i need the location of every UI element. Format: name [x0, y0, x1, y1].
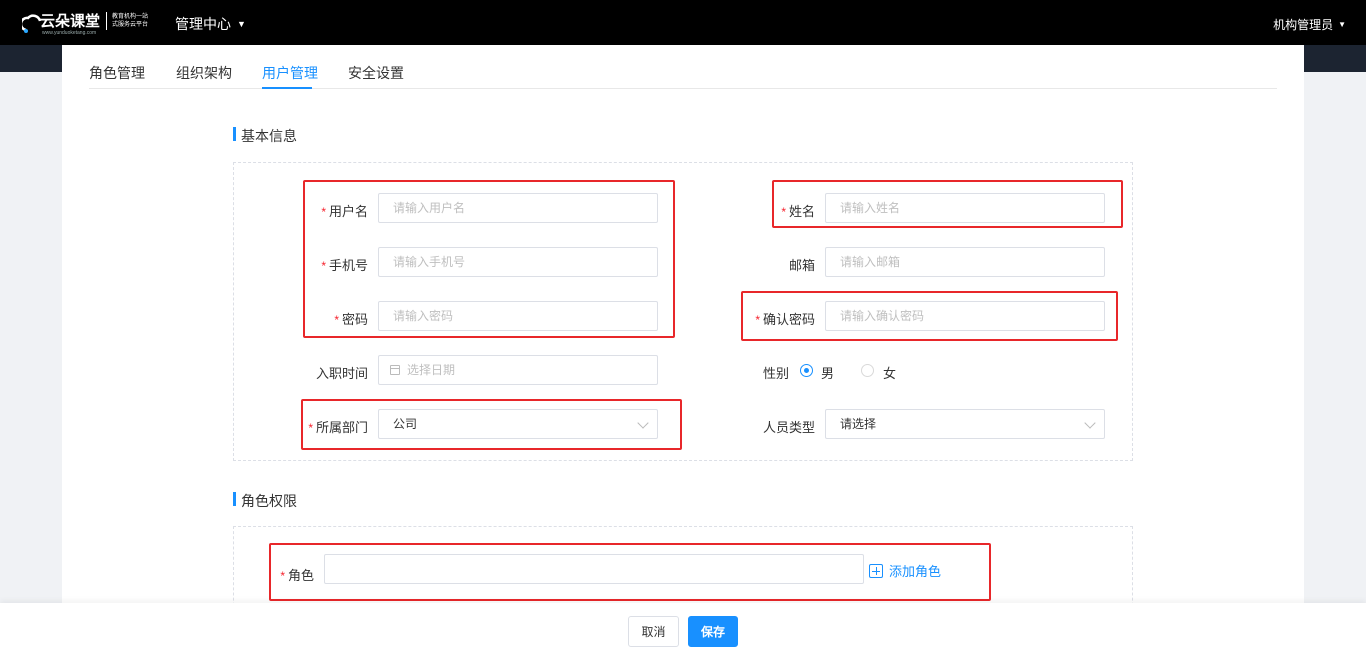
logo-slogan: 教育机构一站 式服务云平台: [112, 13, 148, 29]
username-input[interactable]: [378, 193, 658, 223]
logo-url: www.yunduoketang.com: [42, 30, 97, 36]
name-input[interactable]: [825, 193, 1105, 223]
gender-label: 性别: [762, 366, 789, 381]
calendar-icon: [390, 365, 400, 375]
chevron-down-icon: [637, 417, 649, 429]
add-role-button[interactable]: 添加角色: [869, 561, 941, 580]
save-button[interactable]: 保存: [688, 616, 738, 647]
department-select[interactable]: 公司: [378, 409, 658, 439]
department-label: * 所属部门: [308, 420, 368, 435]
hire-date-picker[interactable]: 选择日期: [378, 355, 658, 385]
password-label: * 密码: [334, 312, 368, 327]
name-label: * 姓名: [781, 204, 815, 219]
tab-security-settings[interactable]: 安全设置: [348, 63, 404, 83]
phone-label: * 手机号: [321, 258, 368, 273]
confirm-password-label: * 确认密码: [755, 312, 815, 327]
user-menu[interactable]: 机构管理员 ▼: [1273, 16, 1346, 33]
logo-slogan-line-1: 教育机构一站: [112, 14, 149, 20]
logo-slogan-line-2: 式服务云平台: [112, 22, 149, 28]
hire-date-placeholder: 选择日期: [407, 363, 456, 377]
section-title-role-permissions: 角色权限: [233, 491, 297, 511]
staff-type-label: 人员类型: [762, 420, 815, 435]
confirm-password-input[interactable]: [825, 301, 1105, 331]
tab-user-management[interactable]: 用户管理: [262, 63, 318, 83]
section-title-basic-info: 基本信息: [233, 126, 297, 146]
phone-input[interactable]: [378, 247, 658, 277]
tab-org-structure[interactable]: 组织架构: [176, 63, 232, 83]
role-input[interactable]: [324, 554, 864, 584]
role-label: * 角色: [280, 568, 314, 583]
gender-male-label[interactable]: 男: [821, 363, 834, 382]
logo-divider: [106, 12, 108, 30]
department-value: 公司: [393, 417, 418, 431]
email-input[interactable]: [825, 247, 1105, 277]
management-center-label: 管理中心: [175, 16, 231, 32]
active-tab-indicator: [262, 87, 312, 89]
logo-name: 云朵课堂: [40, 12, 101, 30]
gender-female-radio[interactable]: [861, 364, 874, 377]
caret-down-icon: ▼: [237, 19, 246, 29]
plus-square-icon: [869, 563, 883, 578]
email-label: 邮箱: [788, 258, 815, 273]
user-name: 机构管理员: [1273, 18, 1334, 32]
password-input[interactable]: [378, 301, 658, 331]
hire-date-label: 入职时间: [315, 366, 368, 381]
top-bar: 云朵课堂 教育机构一站 式服务云平台 www.yunduoketang.com …: [0, 0, 1366, 45]
tab-role-management[interactable]: 角色管理: [89, 63, 145, 83]
staff-type-value: 请选择: [840, 417, 877, 431]
footer-bar: 取消 保存: [0, 603, 1366, 657]
username-label: * 用户名: [321, 204, 368, 219]
chevron-down-icon: [1084, 417, 1096, 429]
add-role-label: 添加角色: [889, 564, 942, 579]
cloud-logo-icon: [22, 10, 42, 36]
tab-bar: 角色管理 组织架构 用户管理 安全设置: [89, 45, 1277, 89]
logo[interactable]: 云朵课堂 教育机构一站 式服务云平台 www.yunduoketang.com: [22, 6, 152, 40]
cancel-button[interactable]: 取消: [628, 616, 679, 647]
gender-female-label[interactable]: 女: [883, 363, 896, 382]
gender-male-radio[interactable]: [800, 364, 813, 377]
staff-type-select[interactable]: 请选择: [825, 409, 1105, 439]
management-center-menu[interactable]: 管理中心 ▼: [175, 14, 246, 34]
caret-down-icon: ▼: [1338, 20, 1346, 29]
